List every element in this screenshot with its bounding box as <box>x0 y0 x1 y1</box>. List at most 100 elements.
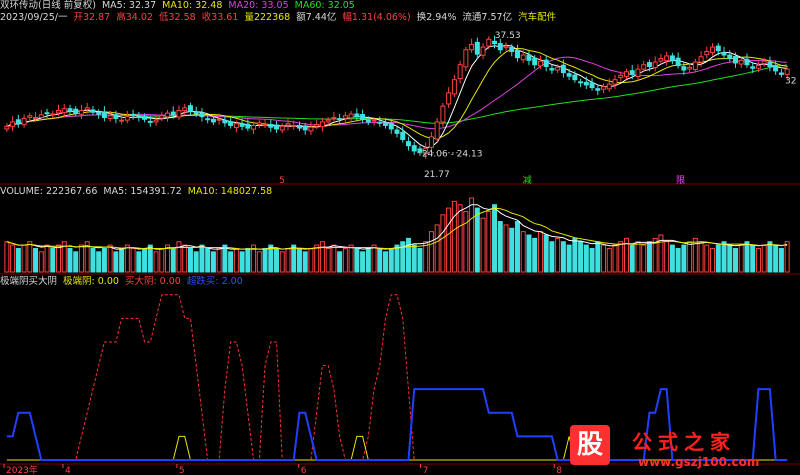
open-label: 开32.87 <box>73 12 111 23</box>
volume-bar <box>618 241 624 273</box>
candle-body <box>348 113 354 119</box>
candle-body <box>732 55 738 64</box>
volume-bar <box>755 247 761 273</box>
volume-bar <box>50 247 56 273</box>
candle-body <box>503 45 509 49</box>
low-label: 低32.58 <box>158 12 196 23</box>
volume-bar <box>595 241 601 273</box>
candle-body <box>469 43 475 51</box>
volume-bar <box>113 251 119 273</box>
candle-body <box>434 121 440 140</box>
volume-bar <box>555 237 561 273</box>
float-label: 流通7.57亿 <box>462 12 513 23</box>
volume-bar <box>182 244 188 273</box>
volume-bar <box>784 241 790 273</box>
low-annotation: 21.77 <box>424 170 450 180</box>
candle-body <box>411 145 417 152</box>
x-tick-label: 6 <box>301 466 307 475</box>
volume-bar <box>773 244 779 273</box>
volume-bar <box>124 244 130 273</box>
candle-body <box>698 56 704 63</box>
volume-bar <box>319 241 325 273</box>
candle-body <box>124 116 130 121</box>
logo-url: www.gszj100.com <box>638 455 760 469</box>
candle-body <box>44 112 50 115</box>
indicator-l2: 买大阴: 0.00 <box>124 276 181 287</box>
candle-body <box>147 120 153 123</box>
candle-body <box>773 64 779 72</box>
indicator-l1: 极端阴: 0.00 <box>63 276 119 287</box>
volume-bar <box>509 227 515 273</box>
volume-bar <box>130 247 136 273</box>
volume-bar <box>492 204 498 273</box>
volume-bar <box>514 221 520 273</box>
volume-bar <box>411 244 417 273</box>
candle-body <box>457 64 463 80</box>
volume-bar <box>96 251 102 273</box>
stock-name[interactable]: 双环传动(日线 前复权) <box>0 0 96 11</box>
candle-body <box>784 68 790 75</box>
volume-bar <box>457 204 463 273</box>
volume-bar <box>222 244 228 273</box>
sector-label[interactable]: 汽车配件 <box>518 12 556 23</box>
logo-text: 公式之家 <box>632 430 736 454</box>
candle-body <box>761 60 767 64</box>
x-tick-label: 4 <box>65 466 71 475</box>
candle-body <box>755 65 761 69</box>
candle-body <box>583 81 589 86</box>
volume-bar <box>187 247 193 273</box>
volume-bar <box>428 231 434 273</box>
candle-body <box>210 118 216 123</box>
candle-body <box>692 61 698 70</box>
candle-body <box>274 124 280 130</box>
candle-body <box>474 41 480 55</box>
candle-body <box>187 105 193 112</box>
candle-body <box>159 115 165 119</box>
candle-body <box>360 114 366 120</box>
volume-bar <box>354 247 360 273</box>
volume-bar <box>360 251 366 273</box>
indicator-header: 极端阴买大阴 极端阴: 0.00 买大阴: 0.00 超跌买: 2.00 <box>0 276 246 288</box>
candle-body <box>199 112 205 118</box>
candle-body <box>256 122 262 125</box>
vol-ma10-line <box>6 207 788 250</box>
volume-bar <box>388 247 394 273</box>
volume-bar <box>302 251 308 273</box>
candle-body <box>405 141 411 147</box>
volume-bar <box>216 247 222 273</box>
range-label: 幅1.31(4.06%) <box>342 12 411 23</box>
indicator-name[interactable]: 极端阴买大阴 <box>0 276 57 287</box>
vol-ma5-line <box>6 204 788 250</box>
volume-bar <box>744 241 750 273</box>
volume-bar <box>469 197 475 273</box>
candle-body <box>113 114 119 119</box>
ma10-line <box>6 47 788 139</box>
candle-body <box>451 79 457 95</box>
candle-body <box>612 79 618 85</box>
x-tick-label: 2023年 <box>6 464 38 475</box>
candle-body <box>669 55 675 61</box>
candle-body <box>228 121 234 126</box>
candle-body <box>578 81 584 84</box>
candle-body <box>560 64 566 74</box>
candle-body <box>549 68 555 71</box>
volume-bar <box>33 247 39 273</box>
ma10-label: MA10: 32.48 <box>162 0 223 11</box>
volume-bar <box>78 244 84 273</box>
candle-body <box>687 66 693 70</box>
volume-bar <box>342 247 348 273</box>
volume-bar <box>371 244 377 273</box>
volume-bar <box>170 247 176 273</box>
volume-bar <box>205 247 211 273</box>
volume-bar <box>296 247 302 273</box>
candle-body <box>296 124 302 129</box>
volume-bar <box>377 247 383 273</box>
candle-body <box>216 118 222 121</box>
candle-body <box>153 119 159 123</box>
candle-body <box>142 115 148 120</box>
candle-body <box>595 88 601 91</box>
candle-body <box>10 121 16 127</box>
event-marker: 限 <box>676 175 685 186</box>
candle-body <box>509 46 515 53</box>
volume-bar <box>526 234 532 273</box>
